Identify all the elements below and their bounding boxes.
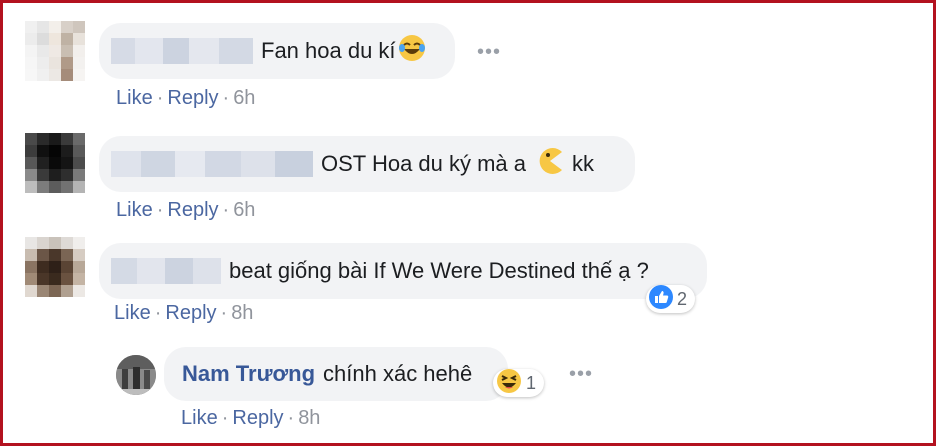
reply-link[interactable]: Reply xyxy=(165,302,216,324)
like-link[interactable]: Like xyxy=(181,407,218,429)
comment-actions: Like · Reply · 6h xyxy=(116,87,255,110)
like-icon xyxy=(649,284,673,314)
timestamp[interactable]: 8h xyxy=(298,407,320,429)
author-name-blurred[interactable] xyxy=(111,151,313,177)
reply-link[interactable]: Reply xyxy=(167,199,218,221)
reaction-count[interactable]: 2 xyxy=(646,284,696,314)
timestamp[interactable]: 6h xyxy=(233,87,255,109)
avatar[interactable] xyxy=(25,133,85,193)
comment-text: Fan hoa du kí xyxy=(261,38,396,63)
separator-dot: · xyxy=(156,199,164,221)
comment-text-suffix: kk xyxy=(572,151,595,176)
laughing-tears-emoji xyxy=(398,34,426,68)
avatar[interactable] xyxy=(116,355,156,395)
reaction-count-value: 2 xyxy=(677,288,688,309)
reply-link[interactable]: Reply xyxy=(167,87,218,109)
author-name[interactable]: Nam Trương xyxy=(182,361,315,387)
comment-bubble: Fan hoa du kí xyxy=(99,23,455,79)
more-options-icon[interactable]: ••• xyxy=(569,363,593,386)
comment-bubble: OST Hoa du ký mà a kk xyxy=(99,136,635,192)
comment-text: beat giống bài If We Were Destined thế ạ… xyxy=(229,258,649,283)
comment-bubble: beat giống bài If We Were Destined thế ạ… xyxy=(99,243,707,299)
author-name-blurred[interactable] xyxy=(111,258,221,284)
like-link[interactable]: Like xyxy=(116,199,153,221)
comment-actions: Like · Reply · 6h xyxy=(116,199,255,222)
timestamp[interactable]: 8h xyxy=(231,302,253,324)
haha-emoji xyxy=(496,368,522,399)
comment-text: chính xác hehê xyxy=(323,361,473,386)
comment-text: OST Hoa du ký mà a xyxy=(321,151,527,176)
separator-dot: · xyxy=(220,302,228,324)
comment-actions: Like · Reply · 8h xyxy=(114,302,253,325)
like-link[interactable]: Like xyxy=(116,87,153,109)
separator-dot: · xyxy=(221,407,229,429)
author-name-blurred[interactable] xyxy=(111,38,253,64)
reaction-count[interactable]: 1 xyxy=(493,368,545,399)
separator-dot: · xyxy=(222,199,230,221)
more-options-icon[interactable]: ••• xyxy=(477,41,501,64)
separator-dot: · xyxy=(156,87,164,109)
avatar[interactable] xyxy=(25,21,85,81)
reaction-count-value: 1 xyxy=(526,372,537,393)
separator-dot: · xyxy=(287,407,295,429)
avatar-image xyxy=(116,355,156,395)
separator-dot: · xyxy=(154,302,162,324)
comment-actions: Like · Reply · 8h xyxy=(181,407,320,430)
like-link[interactable]: Like xyxy=(114,302,151,324)
avatar[interactable] xyxy=(25,237,85,297)
reply-link[interactable]: Reply xyxy=(232,407,283,429)
separator-dot: · xyxy=(222,87,230,109)
comment-bubble: Nam Trương chính xác hehê xyxy=(164,347,508,401)
timestamp[interactable]: 6h xyxy=(233,199,255,221)
pacman-emoji xyxy=(536,147,564,181)
